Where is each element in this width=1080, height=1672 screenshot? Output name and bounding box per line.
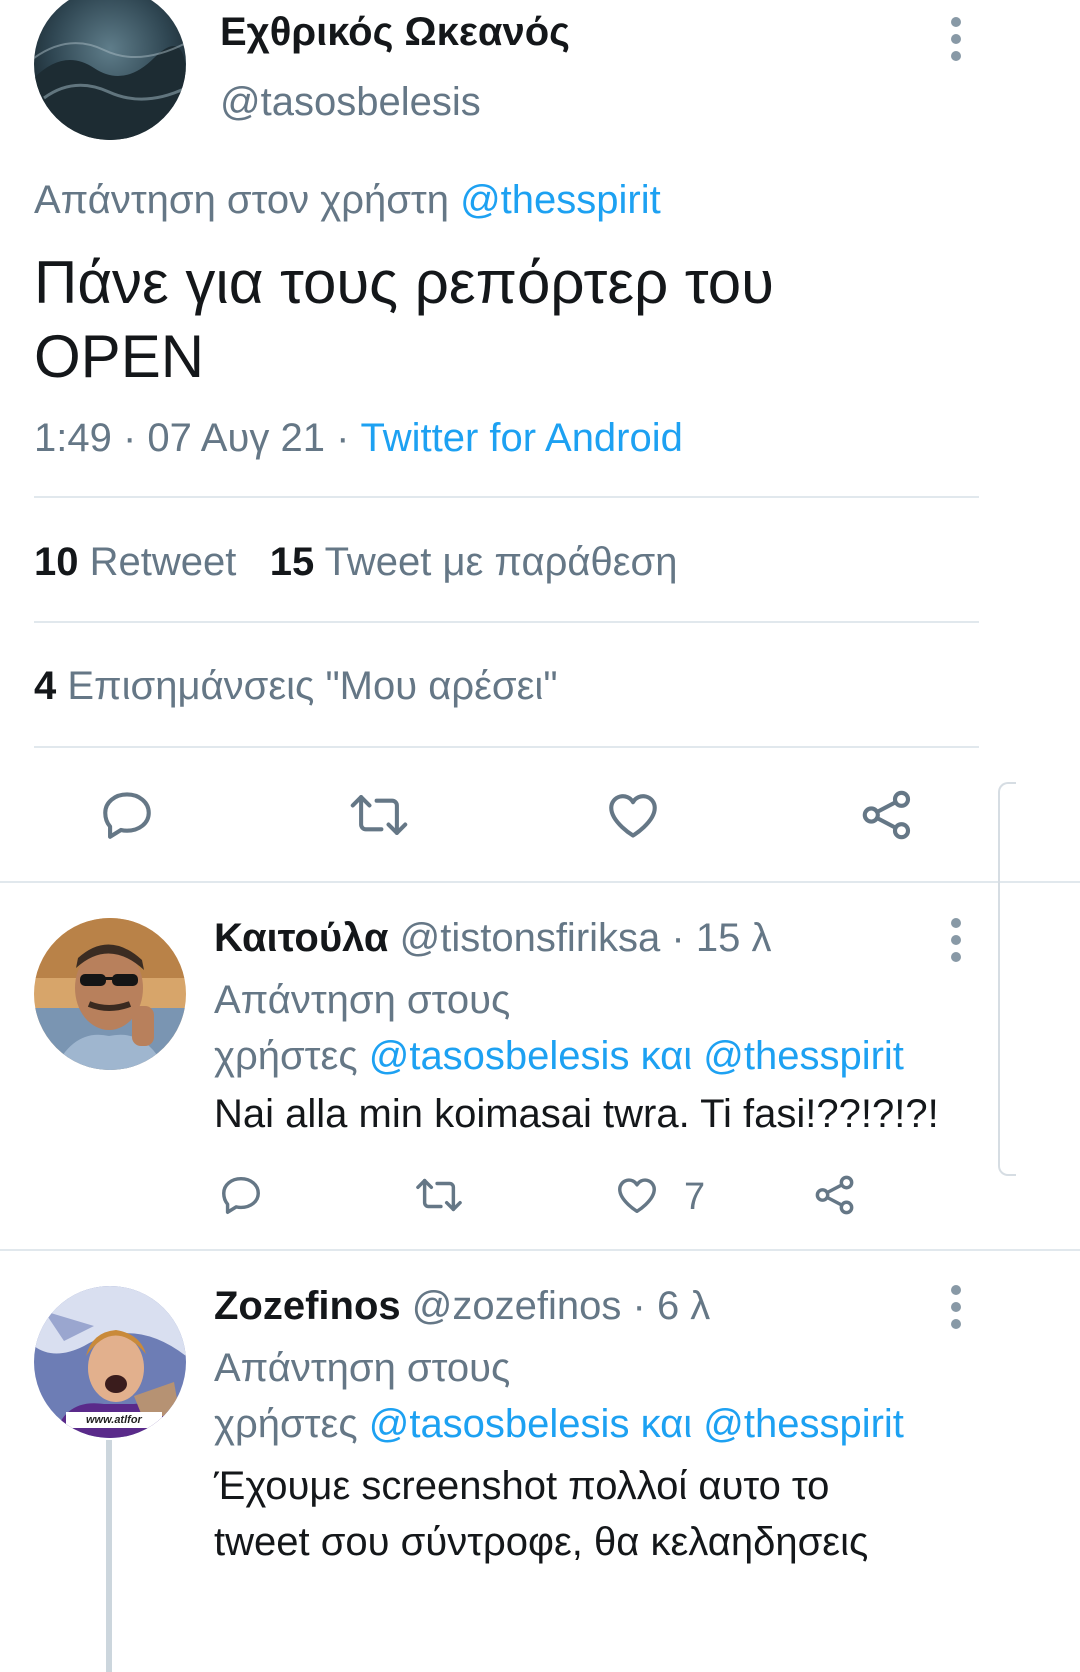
main-tweet-text-line2: OPEN: [34, 323, 205, 390]
divider: [34, 746, 979, 748]
retweets-stat[interactable]: 10 Retweet: [34, 540, 236, 584]
quotes-stat[interactable]: 15 Tweet με παράθεση: [270, 540, 678, 584]
section-divider: [0, 881, 1080, 883]
reply-icon[interactable]: [218, 1172, 264, 1218]
retweet-icon[interactable]: [414, 1172, 464, 1218]
reply-context-line1: Απάντηση στους: [214, 1346, 511, 1390]
reply-avatar[interactable]: www.atlfor: [34, 1286, 186, 1438]
reply-context-prefix: χρήστες: [214, 1034, 358, 1078]
reply-text-line2: tweet σου σύντροφε, θα κελαηδησεις: [214, 1520, 869, 1564]
and-word: και: [640, 1034, 693, 1078]
reply-avatar[interactable]: [34, 918, 186, 1070]
reply-to-mention[interactable]: @thesspirit: [460, 178, 661, 222]
mention-tasosbelesis[interactable]: @tasosbelesis: [369, 1034, 630, 1078]
reply-time[interactable]: · 6 λ: [633, 1284, 711, 1328]
main-display-name[interactable]: Εχθρικός Ωκεανός: [220, 8, 570, 56]
main-reply-context: Απάντηση στον χρήστη @thesspirit: [34, 176, 661, 224]
reply-more-icon[interactable]: [950, 1285, 962, 1336]
main-timestamp[interactable]: 1:49 · 07 Αυγ 21 ·: [34, 416, 361, 460]
reply-handle[interactable]: @zozefinos: [412, 1284, 622, 1328]
share-icon[interactable]: [858, 786, 916, 844]
retweets-label: Retweet: [89, 540, 237, 584]
main-tweet-text: Πάνε για τους ρεπόρτερ του OPEN: [34, 246, 774, 394]
reply-context: Απάντηση στους χρήστες @tasosbelesis και…: [214, 972, 904, 1084]
reply-context: Απάντηση στους χρήστες @tasosbelesis και…: [214, 1340, 904, 1452]
and-word: και: [640, 1402, 693, 1446]
main-more-icon[interactable]: [950, 17, 962, 68]
mention-thesspirit[interactable]: @thesspirit: [703, 1402, 904, 1446]
quotes-label: Tweet με παράθεση: [324, 540, 678, 584]
reply-icon[interactable]: [98, 786, 156, 844]
thread-line: [106, 1440, 112, 1672]
retweets-count: 10: [34, 540, 79, 584]
avatar-watermark: www.atlfor: [86, 1414, 142, 1426]
ocean-storm-image: [34, 0, 186, 140]
reply-display-name[interactable]: Zozefinos: [214, 1284, 401, 1328]
likes-stat[interactable]: 4 Επισημάνσεις "Μου αρέσει": [34, 662, 558, 710]
reply-time[interactable]: · 15 λ: [671, 916, 771, 960]
reply-text: Έχουμε screenshot πολλοί αυτο το tweet σ…: [214, 1458, 868, 1570]
reply-header: Zozefinos @zozefinos · 6 λ: [214, 1282, 710, 1330]
share-icon[interactable]: [812, 1172, 858, 1218]
reply-context-line2: χρήστες @tasosbelesis και @thesspirit: [214, 1396, 904, 1452]
reply-display-name[interactable]: Καιτούλα: [214, 916, 388, 960]
like-icon[interactable]: [614, 1172, 660, 1218]
like-count: 7: [684, 1176, 706, 1218]
reply-text-line1: Έχουμε screenshot πολλοί αυτο το: [214, 1464, 830, 1508]
scrollbar[interactable]: [998, 782, 1016, 1176]
retweet-icon[interactable]: [348, 786, 410, 844]
divider: [34, 621, 979, 623]
main-tweet-text-line1: Πάνε για τους ρεπόρτερ του: [34, 249, 774, 316]
reply-context-prefix: χρήστες: [214, 1402, 358, 1446]
man-sunglasses-image: [34, 918, 186, 1070]
like-icon[interactable]: [604, 786, 662, 844]
reply-context-line2: χρήστες @tasosbelesis και @thesspirit: [214, 1028, 904, 1084]
reply-more-icon[interactable]: [950, 918, 962, 969]
likes-label: Επισημάνσεις "Μου αρέσει": [67, 664, 558, 708]
reply-prefix: Απάντηση στον χρήστη: [34, 178, 449, 222]
reply-text: Nai alla min koimasai twra. Ti fasi!??!?…: [214, 1092, 939, 1136]
main-handle[interactable]: @tasosbelesis: [220, 78, 481, 126]
reply-handle[interactable]: @tistonsfiriksa: [400, 916, 661, 960]
main-source-link[interactable]: Twitter for Android: [361, 416, 683, 460]
mention-tasosbelesis[interactable]: @tasosbelesis: [369, 1402, 630, 1446]
likes-count: 4: [34, 664, 57, 708]
main-timestamp-row: 1:49 · 07 Αυγ 21 · Twitter for Android: [34, 414, 683, 462]
reply-context-line1: Απάντηση στους: [214, 978, 511, 1022]
mention-thesspirit[interactable]: @thesspirit: [703, 1034, 904, 1078]
section-divider: [0, 1249, 1080, 1251]
main-stats-row: 10 Retweet 15 Tweet με παράθεση: [34, 538, 677, 586]
main-avatar[interactable]: [34, 0, 186, 140]
divider: [34, 496, 979, 498]
quotes-count: 15: [269, 540, 315, 584]
reply-header: Καιτούλα @tistonsfiriksa · 15 λ: [214, 914, 771, 962]
